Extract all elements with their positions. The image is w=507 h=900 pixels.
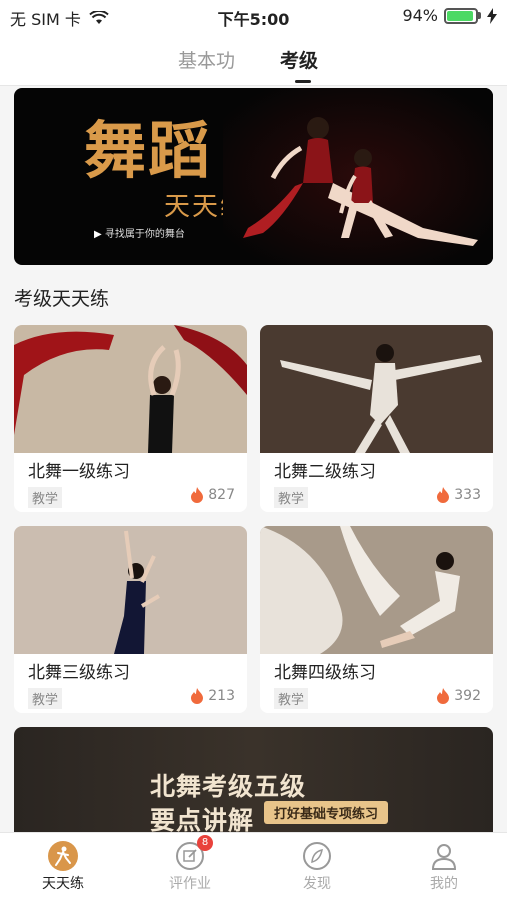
promo-subtitle: 要点讲解 bbox=[150, 806, 255, 832]
promo-banner[interactable]: 北舞考级五级 要点讲解 打好基础专项练习 bbox=[14, 727, 493, 832]
course-card-title: 北舞三级练习 bbox=[28, 663, 130, 683]
course-card-stats: 392 bbox=[436, 688, 481, 704]
course-card-title: 北舞二级练习 bbox=[274, 462, 376, 482]
battery-icon bbox=[444, 7, 481, 24]
fire-icon bbox=[191, 688, 204, 704]
course-card-image bbox=[14, 325, 247, 453]
course-card[interactable]: 北舞四级练习 教学 392 bbox=[260, 526, 493, 713]
nav-item-discover[interactable]: 发现 bbox=[272, 841, 362, 893]
course-card-stats: 333 bbox=[436, 487, 481, 503]
nav-item-profile[interactable]: 我的 bbox=[399, 841, 489, 893]
course-card-count: 827 bbox=[208, 487, 235, 503]
charging-icon bbox=[487, 7, 497, 24]
bottom-nav: 天天练 8 评作业 发现 我的 bbox=[0, 832, 507, 900]
nav-label: 评作业 bbox=[169, 876, 211, 892]
course-card-title: 北舞一级练习 bbox=[28, 462, 130, 482]
nav-label: 发现 bbox=[303, 876, 331, 892]
fire-icon bbox=[437, 688, 450, 704]
course-card-badge: 教学 bbox=[28, 487, 63, 508]
course-card-badge: 教学 bbox=[28, 688, 63, 709]
nav-label: 天天练 bbox=[42, 876, 84, 892]
hero-subtitle-text: 寻找属于你的舞台 bbox=[104, 229, 185, 240]
dancers-image bbox=[223, 88, 493, 265]
course-card-image bbox=[260, 325, 493, 453]
top-tabs: 基本功 考级 bbox=[0, 30, 507, 86]
course-card-stats: 213 bbox=[190, 688, 235, 704]
course-card-badge: 教学 bbox=[274, 688, 309, 709]
fire-icon bbox=[191, 487, 204, 503]
course-card-count: 392 bbox=[454, 688, 481, 704]
section-title: 考级天天练 bbox=[14, 288, 110, 310]
hero-banner[interactable]: 舞蹈 天天练 ▶ 寻找属于你的舞台 bbox=[14, 88, 493, 265]
dancer-icon bbox=[48, 841, 78, 871]
hero-subtitle: ▶ 寻找属于你的舞台 bbox=[94, 225, 185, 240]
nav-item-practice[interactable]: 天天练 bbox=[18, 841, 108, 893]
course-card[interactable]: 北舞三级练习 教学 213 bbox=[14, 526, 247, 713]
status-right: 94% bbox=[402, 6, 497, 25]
promo-tag: 打好基础专项练习 bbox=[264, 801, 389, 824]
scroll-content[interactable]: 舞蹈 天天练 ▶ 寻找属于你的舞台 考级天天练 北舞一级练习 教学 827 北舞… bbox=[0, 87, 507, 832]
tab-basic[interactable]: 基本功 bbox=[178, 46, 235, 73]
tab-exam[interactable]: 考级 bbox=[280, 46, 318, 73]
nav-label: 我的 bbox=[430, 876, 458, 892]
course-card-stats: 827 bbox=[190, 487, 235, 503]
notification-badge: 8 bbox=[197, 835, 213, 851]
fire-icon bbox=[437, 487, 450, 503]
course-card-image bbox=[14, 526, 247, 654]
course-card-badge: 教学 bbox=[274, 487, 309, 508]
promo-title: 北舞考级五级 bbox=[150, 772, 307, 801]
compass-icon bbox=[303, 842, 331, 870]
play-icon: ▶ bbox=[94, 229, 102, 240]
person-icon bbox=[431, 844, 457, 870]
course-card[interactable]: 北舞二级练习 教学 333 bbox=[260, 325, 493, 512]
course-card-count: 213 bbox=[208, 688, 235, 704]
battery-percent: 94% bbox=[402, 6, 438, 25]
nav-item-homework[interactable]: 8 评作业 bbox=[145, 835, 235, 893]
course-card-title: 北舞四级练习 bbox=[274, 663, 376, 683]
tab-indicator bbox=[295, 80, 311, 83]
course-card-count: 333 bbox=[454, 487, 481, 503]
status-bar: 无 SIM 卡 下午5:00 94% bbox=[0, 0, 507, 30]
course-card-image bbox=[260, 526, 493, 654]
course-card[interactable]: 北舞一级练习 教学 827 bbox=[14, 325, 247, 512]
hero-title: 舞蹈 bbox=[84, 114, 213, 187]
